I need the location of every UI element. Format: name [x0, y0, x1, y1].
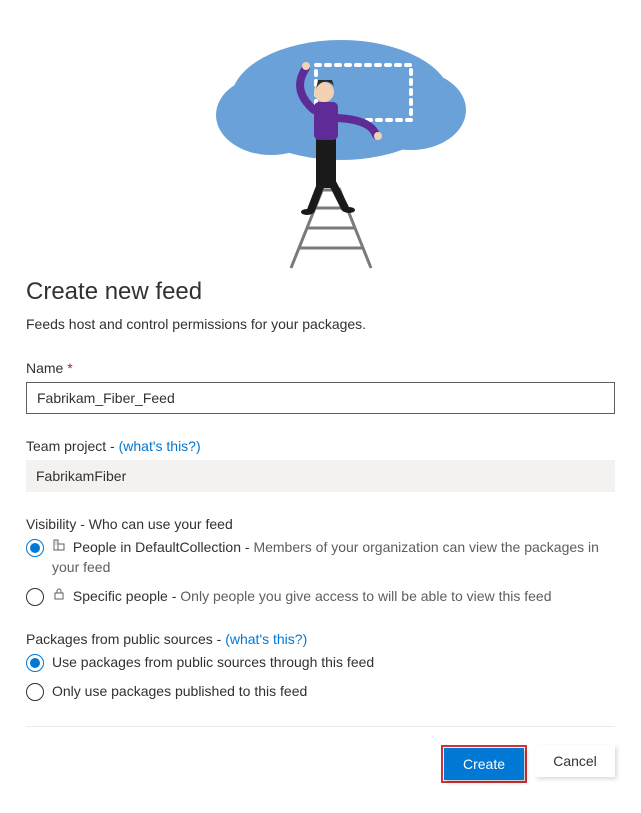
required-asterisk: * — [67, 360, 72, 376]
person-cloud-illustration — [141, 10, 501, 270]
visibility-label: Visibility - Who can use your feed — [26, 516, 615, 532]
public-use-label: Use packages from public sources through… — [52, 653, 615, 673]
radio-public-use[interactable] — [26, 654, 44, 672]
team-project-help-link[interactable]: (what's this?) — [119, 438, 201, 454]
radio-visibility-collection[interactable] — [26, 539, 44, 557]
create-button-highlight: Create — [441, 745, 527, 783]
organization-icon — [52, 538, 66, 558]
public-sources-label: Packages from public sources - (what's t… — [26, 631, 615, 647]
public-sources-help-link[interactable]: (what's this?) — [225, 631, 307, 647]
team-project-block: Team project - (what's this?) FabrikamFi… — [26, 438, 615, 492]
name-input[interactable] — [26, 382, 615, 414]
name-label-text: Name — [26, 360, 63, 376]
public-only-label: Only use packages published to this feed — [52, 682, 615, 702]
cloud-illustration — [26, 0, 615, 270]
public-sources-label-text: Packages from public sources - — [26, 631, 225, 647]
page-subtitle: Feeds host and control permissions for y… — [26, 316, 615, 332]
radio-public-only[interactable] — [26, 683, 44, 701]
create-button[interactable]: Create — [444, 748, 524, 780]
public-sources-option-only[interactable]: Only use packages published to this feed — [26, 682, 615, 702]
visibility-specific-desc: Only people you give access to will be a… — [180, 588, 551, 604]
visibility-option-specific[interactable]: Specific people - Only people you give a… — [26, 587, 615, 607]
name-label: Name * — [26, 360, 615, 376]
lock-icon — [52, 587, 66, 607]
visibility-block: Visibility - Who can use your feed Peopl… — [26, 516, 615, 607]
radio-visibility-specific[interactable] — [26, 588, 44, 606]
footer-separator — [26, 726, 615, 727]
cancel-button[interactable]: Cancel — [535, 745, 615, 777]
visibility-specific-prefix: Specific people - — [73, 588, 180, 604]
team-project-label-text: Team project - — [26, 438, 119, 454]
visibility-collection-prefix: People in DefaultCollection - — [73, 539, 254, 555]
public-sources-block: Packages from public sources - (what's t… — [26, 631, 615, 702]
team-project-value: FabrikamFiber — [36, 468, 126, 484]
page-title: Create new feed — [26, 278, 615, 306]
visibility-option-collection[interactable]: People in DefaultCollection - Members of… — [26, 538, 615, 577]
public-sources-option-use[interactable]: Use packages from public sources through… — [26, 653, 615, 673]
dialog-footer: Create Cancel — [26, 745, 615, 783]
team-project-label: Team project - (what's this?) — [26, 438, 615, 454]
name-field-block: Name * — [26, 360, 615, 414]
team-project-readonly: FabrikamFiber — [26, 460, 615, 492]
